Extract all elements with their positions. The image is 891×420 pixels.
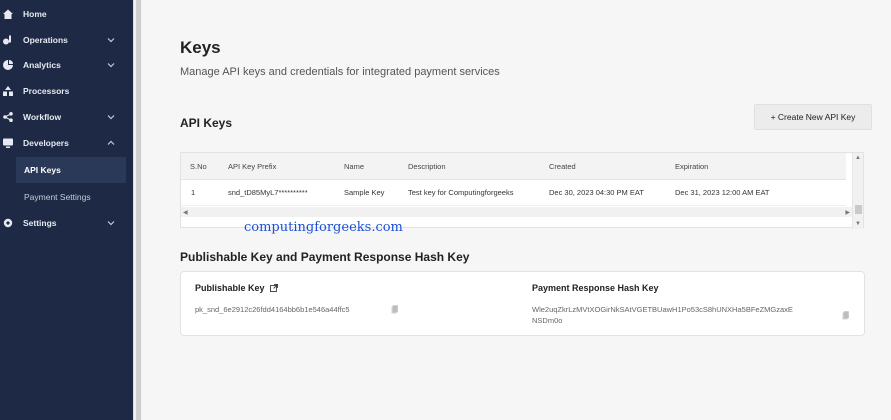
chevron-down-icon — [107, 38, 115, 43]
table-row[interactable]: 1 snd_tD85MyL7********** Sample Key Test… — [181, 180, 846, 206]
main-content: Keys Manage API keys and credentials for… — [142, 0, 891, 420]
hash-section-title: Publishable Key and Payment Response Has… — [180, 250, 470, 264]
table-vertical-scrollbar-thumb[interactable] — [855, 205, 862, 214]
sidebar-subitem-payment-settings[interactable]: Payment Settings — [16, 184, 126, 210]
settings-icon — [3, 218, 13, 228]
chevron-down-icon — [107, 63, 115, 68]
page-subtitle: Manage API keys and credentials for inte… — [180, 66, 500, 78]
column-header[interactable]: Description — [408, 153, 446, 179]
hash-key-value-line: NSDm0o — [532, 316, 563, 325]
sidebar-item-label: Settings — [23, 218, 57, 228]
sidebar-item-analytics[interactable]: Analytics — [0, 52, 133, 78]
copy-icon[interactable] — [842, 311, 849, 320]
chevron-down-icon — [107, 221, 115, 226]
publishable-key-label: Publishable Key — [195, 283, 279, 293]
sidebar-item-label: Home — [23, 9, 47, 19]
publishable-key-label-text: Publishable Key — [195, 283, 265, 293]
sidebar-item-settings[interactable]: Settings — [0, 210, 133, 236]
developers-icon — [3, 138, 13, 148]
sidebar-scrollbar[interactable] — [133, 0, 142, 420]
create-new-api-key-label: + Create New API Key — [770, 112, 856, 122]
operations-icon — [3, 35, 11, 45]
watermark: computingforgeeks.com — [244, 220, 403, 235]
column-header[interactable]: Expiration — [675, 153, 708, 179]
scroll-up-icon[interactable]: ▲ — [855, 155, 861, 161]
keys-card: Publishable Key pk_snd_6e2912c26fdd4164b… — [180, 271, 865, 336]
scroll-down-icon[interactable]: ▼ — [855, 221, 861, 227]
table-horizontal-scrollbar[interactable]: ◀ ▶ — [181, 207, 854, 217]
table-cell: 1 — [191, 188, 196, 197]
publishable-key-value: pk_snd_6e2912c26fdd4164bb6b1e546a44ffc5 — [195, 305, 350, 314]
hash-key-label: Payment Response Hash Key — [532, 283, 659, 293]
table-cell: Dec 30, 2023 04:30 PM EAT — [549, 188, 644, 197]
sidebar: Home Operations Analytics Processors Wor… — [0, 0, 133, 420]
sidebar-item-label: Workflow — [23, 112, 62, 122]
sidebar-item-label: Developers — [23, 138, 69, 148]
scroll-left-icon[interactable]: ◀ — [183, 209, 188, 216]
api-keys-section-title: API Keys — [180, 116, 233, 130]
home-icon — [3, 9, 13, 19]
sidebar-item-operations[interactable]: Operations — [0, 27, 133, 53]
column-header[interactable]: Created — [549, 153, 576, 179]
table-header: S.No API Key Prefix Name Description Cre… — [181, 153, 846, 180]
api-keys-table: S.No API Key Prefix Name Description Cre… — [180, 152, 864, 229]
sidebar-item-label: Processors — [23, 86, 70, 96]
chevron-down-icon — [107, 115, 115, 120]
table-vertical-scrollbar[interactable]: ▲ ▼ — [852, 153, 863, 229]
analytics-icon — [3, 60, 13, 70]
sidebar-item-label: Operations — [23, 35, 68, 45]
sidebar-item-home[interactable]: Home — [0, 1, 133, 27]
table-cell: snd_tD85MyL7********** — [228, 188, 308, 197]
sidebar-item-label: Analytics — [23, 60, 61, 70]
create-new-api-key-button[interactable]: + Create New API Key — [754, 104, 872, 130]
sidebar-scrollbar-thumb[interactable] — [136, 0, 141, 420]
column-header[interactable]: S.No — [190, 153, 207, 179]
hash-key-value: Wle2uqZkrLzMVtXOGirNkSAtVGETBUawH1Po53cS… — [532, 304, 793, 326]
chevron-up-icon — [107, 140, 115, 145]
copy-icon[interactable] — [391, 305, 398, 314]
page-title: Keys — [180, 38, 221, 57]
processors-icon — [3, 86, 13, 96]
sidebar-item-developers[interactable]: Developers — [0, 130, 133, 156]
table-cell: Test key for Computingforgeeks — [408, 188, 514, 197]
scroll-right-icon[interactable]: ▶ — [845, 209, 850, 216]
table-cell: Sample Key — [344, 188, 385, 197]
external-link-icon[interactable] — [270, 284, 279, 292]
sidebar-subitem-api-keys[interactable]: API Keys — [16, 157, 126, 183]
workflow-icon — [3, 112, 13, 122]
sidebar-item-workflow[interactable]: Workflow — [0, 104, 133, 130]
column-header[interactable]: Name — [344, 153, 364, 179]
table-cell: Dec 31, 2023 12:00 AM EAT — [675, 188, 770, 197]
sidebar-item-processors[interactable]: Processors — [0, 78, 133, 104]
column-header[interactable]: API Key Prefix — [228, 153, 276, 179]
hash-key-value-line: Wle2uqZkrLzMVtXOGirNkSAtVGETBUawH1Po53cS… — [532, 305, 793, 314]
